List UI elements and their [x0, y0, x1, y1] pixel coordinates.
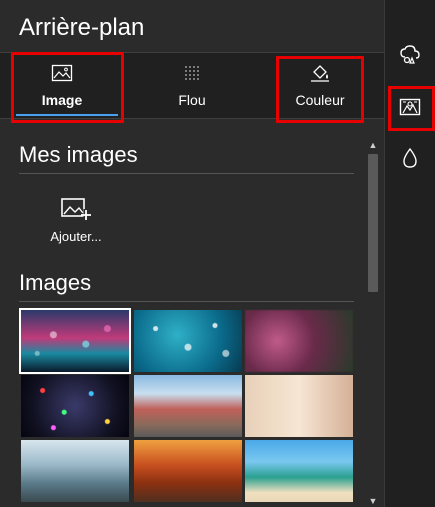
- tab-image-label: Image: [41, 92, 83, 108]
- scrollbar[interactable]: ▲ ▼: [365, 138, 381, 507]
- background-thumbnail-buildings[interactable]: [134, 375, 242, 437]
- images-heading: Images: [19, 270, 92, 295]
- active-tab-indicator: [16, 114, 118, 116]
- background-thumbnail-bubbles[interactable]: [134, 310, 242, 372]
- section-divider: [19, 301, 354, 302]
- tab-color[interactable]: Couleur: [258, 53, 382, 118]
- panel-title: Arrière-plan: [19, 14, 145, 41]
- scroll-up-arrow[interactable]: ▲: [365, 138, 381, 152]
- section-divider: [19, 173, 354, 174]
- side-effects-button[interactable]: [385, 35, 435, 75]
- background-thumbnail-lights-tunnel[interactable]: [21, 375, 129, 437]
- side-background-button[interactable]: [385, 87, 435, 127]
- scroll-down-arrow[interactable]: ▼: [365, 495, 381, 507]
- background-panel: Arrière-plan Image Flou Couleur Mes imag…: [0, 0, 384, 507]
- drop-icon: [403, 147, 417, 168]
- side-drop-button[interactable]: [385, 138, 435, 178]
- my-images-heading: Mes images: [19, 142, 138, 167]
- scrollbar-thumb[interactable]: [368, 154, 378, 292]
- side-navigation: [384, 0, 435, 507]
- background-icon: [399, 98, 421, 116]
- background-thumbnail-rain-lights[interactable]: [19, 308, 131, 374]
- paint-bucket-icon: [311, 65, 329, 82]
- background-thumbnail-bokeh[interactable]: [245, 310, 353, 372]
- tab-color-label: Couleur: [295, 92, 345, 108]
- add-image-icon: [61, 198, 91, 221]
- effects-icon: [400, 45, 420, 64]
- blur-icon: [185, 66, 199, 80]
- add-image-label: Ajouter...: [50, 229, 102, 244]
- divider: [0, 118, 384, 119]
- background-thumbnail-mountains[interactable]: [21, 440, 129, 502]
- background-thumbnail-room[interactable]: [245, 375, 353, 437]
- tab-blur[interactable]: Flou: [130, 53, 254, 118]
- tab-image[interactable]: Image: [0, 53, 124, 118]
- tab-bar: Image Flou Couleur: [0, 53, 384, 118]
- background-thumbnail-autumn[interactable]: [134, 440, 242, 502]
- add-image-button[interactable]: Ajouter...: [40, 193, 112, 251]
- image-icon: [51, 64, 73, 82]
- background-thumbnail-beach[interactable]: [245, 440, 353, 502]
- tab-blur-label: Flou: [178, 92, 206, 108]
